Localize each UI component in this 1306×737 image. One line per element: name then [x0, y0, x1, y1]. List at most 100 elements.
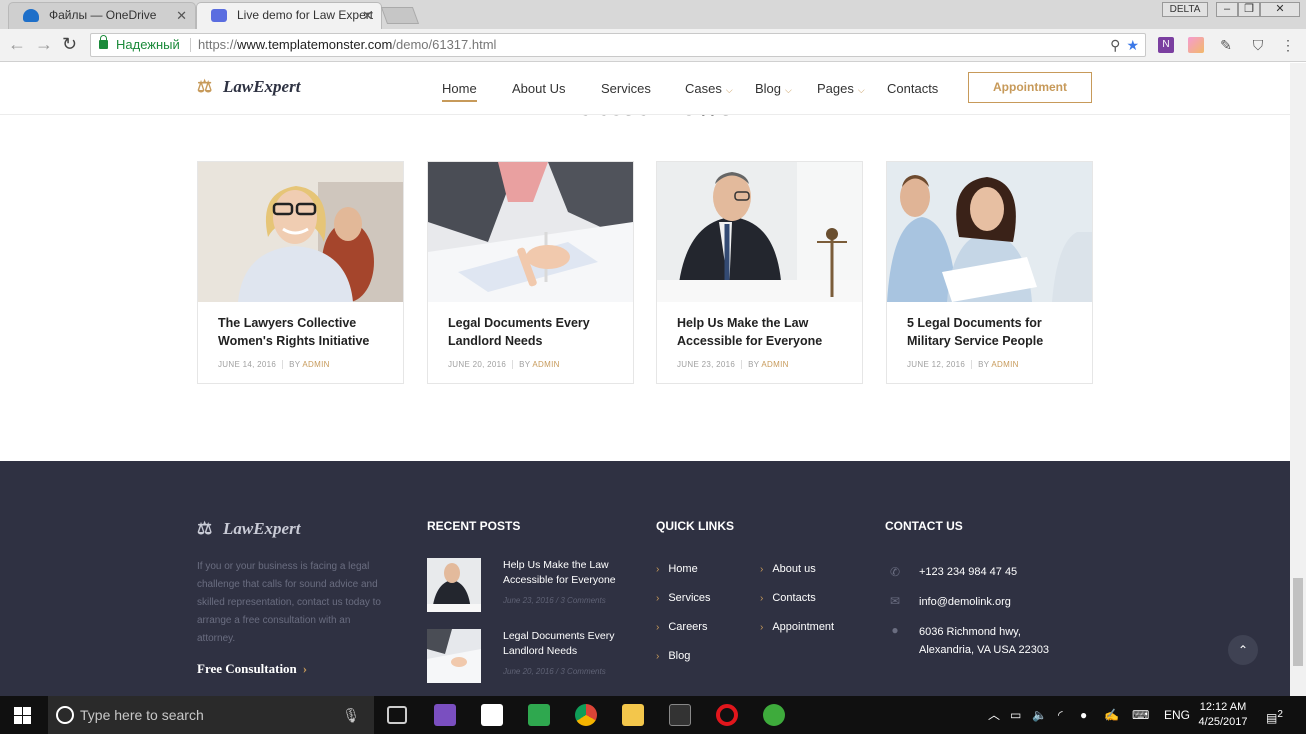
news-card[interactable]: 5 Legal Documents for Military Service P… [886, 161, 1093, 384]
quick-link-blog[interactable]: › Blog [656, 650, 690, 662]
author-link[interactable]: ADMIN [302, 360, 329, 369]
browser-toolbar: ← → ↻ Надежный https://www.templatemonst… [0, 29, 1306, 62]
recent-post-item[interactable]: Legal Documents Every Landlord Needs Jun… [427, 629, 627, 685]
envelope-icon: ✉ [889, 594, 901, 608]
clock[interactable]: 12:12 AM 4/25/2017 [1194, 700, 1252, 730]
news-meta: JUNE 23, 2016 BY ADMIN [677, 360, 789, 369]
language-indicator[interactable]: ENG [1164, 696, 1190, 734]
news-card[interactable]: Help Us Make the Law Accessible for Ever… [656, 161, 863, 384]
author-link[interactable]: ADMIN [761, 360, 788, 369]
news-image[interactable] [657, 162, 862, 302]
news-title[interactable]: Help Us Make the Law Accessible for Ever… [677, 314, 847, 350]
address-bar[interactable]: Надежный https://www.templatemonster.com… [90, 33, 1146, 57]
news-title[interactable]: 5 Legal Documents for Military Service P… [907, 314, 1077, 350]
bookmark-star-icon[interactable]: ★ [1126, 37, 1139, 53]
menu-icon[interactable]: ⋮ [1280, 37, 1296, 53]
shield-extension-icon[interactable]: ⛉ [1250, 37, 1266, 53]
quick-link-appointment[interactable]: › Appointment [760, 621, 834, 633]
author-link[interactable]: ADMIN [991, 360, 1018, 369]
close-window-button[interactable]: ✕ [1260, 2, 1300, 17]
volume-icon[interactable]: 🔈 [1032, 696, 1047, 734]
new-tab-button[interactable] [380, 7, 420, 24]
windows-start-icon[interactable] [14, 707, 31, 724]
footer-logo[interactable]: ⚖ LawExpert [197, 519, 300, 539]
mail-icon[interactable] [481, 704, 503, 726]
zoom-icon[interactable]: ⚲ [1110, 37, 1120, 53]
contact-phone[interactable]: +123 234 984 47 45 [919, 563, 1017, 581]
quick-link-careers[interactable]: › Careers [656, 621, 707, 633]
quick-link-home[interactable]: › Home [656, 563, 698, 575]
quick-link-about-us[interactable]: › About us [760, 563, 816, 575]
taskbar-search-input[interactable]: Type here to search 🎙 [48, 696, 374, 734]
appointment-button[interactable]: Appointment [968, 72, 1092, 103]
nav-services[interactable]: Services [601, 81, 651, 96]
app-tray-icon[interactable]: ● [1080, 696, 1087, 734]
forward-icon[interactable]: → [35, 34, 53, 55]
task-view-icon[interactable] [387, 706, 407, 724]
recent-post-thumbnail[interactable] [427, 558, 481, 612]
tab-law-expert[interactable]: Live demo for Law Expert ✕ [196, 2, 382, 29]
site-header: ⚖ LawExpert Home About Us Services Cases ⌵… [0, 63, 1290, 115]
onenote-extension-icon[interactable]: N [1158, 37, 1174, 53]
close-icon[interactable]: ✕ [176, 3, 187, 28]
notification-count: 2 [1277, 709, 1283, 720]
chevron-right-icon: › [302, 661, 308, 676]
notifications-icon[interactable]: ▤2 [1266, 696, 1283, 737]
site-logo[interactable]: ⚖ LawExpert [197, 77, 300, 97]
battery-icon[interactable]: ▭ [1010, 696, 1021, 734]
lock-icon [99, 35, 108, 49]
chrome-icon[interactable] [575, 704, 597, 726]
free-consultation-link[interactable]: Free Consultation › [197, 661, 307, 677]
news-title[interactable]: The Lawyers Collective Women's Rights In… [218, 314, 388, 350]
news-meta: JUNE 20, 2016 BY ADMIN [448, 360, 560, 369]
news-title[interactable]: Legal Documents Every Landlord Needs [448, 314, 618, 350]
windows-taskbar: Type here to search 🎙 ︿ ▭ 🔈 ◜ ● ✍ ⌨ ENG … [0, 696, 1306, 734]
profile-button[interactable]: DELTA [1162, 2, 1208, 17]
tab-onedrive[interactable]: Файлы — OneDrive ✕ [8, 2, 196, 29]
cortana-icon [56, 706, 74, 724]
news-card[interactable]: Legal Documents Every Landlord Needs JUN… [427, 161, 634, 384]
keyboard-icon[interactable]: ⌨ [1132, 696, 1149, 734]
utorrent-icon[interactable] [763, 704, 785, 726]
scrollbar-thumb[interactable] [1293, 578, 1303, 666]
recent-post-item[interactable]: Help Us Make the Law Accessible for Ever… [427, 558, 627, 614]
color-extension-icon[interactable] [1188, 37, 1204, 53]
terminal-icon[interactable] [669, 704, 691, 726]
restore-button[interactable]: ❐ [1238, 2, 1260, 17]
minimize-button[interactable]: – [1216, 2, 1238, 17]
scroll-to-top-button[interactable]: ⌃ [1228, 635, 1258, 665]
quick-link-services[interactable]: › Services [656, 592, 711, 604]
evernote-icon[interactable] [528, 704, 550, 726]
nav-contacts[interactable]: Contacts [887, 81, 938, 96]
nav-about-us[interactable]: About Us [512, 81, 565, 96]
nav-pages[interactable]: Pages ⌵ [817, 81, 865, 96]
news-card[interactable]: The Lawyers Collective Women's Rights In… [197, 161, 404, 384]
contact-email[interactable]: info@demolink.org [919, 593, 1011, 611]
news-image[interactable] [887, 162, 1092, 302]
chevron-down-icon: ⌵ [725, 85, 733, 95]
recent-post-title[interactable]: Help Us Make the Law Accessible for Ever… [503, 558, 625, 588]
chevron-right-icon: › [760, 593, 764, 604]
opera-icon[interactable] [716, 704, 738, 726]
nav-cases[interactable]: Cases ⌵ [685, 81, 733, 96]
pen-extension-icon[interactable]: ✎ [1218, 37, 1234, 53]
wifi-icon[interactable]: ◜ [1058, 696, 1063, 734]
page-scrollbar[interactable] [1290, 63, 1306, 696]
nav-blog[interactable]: Blog ⌵ [755, 81, 792, 96]
chevron-right-icon: › [760, 622, 764, 633]
recent-post-title[interactable]: Legal Documents Every Landlord Needs [503, 629, 625, 659]
close-icon[interactable]: ✕ [362, 3, 373, 28]
reload-icon[interactable]: ↻ [62, 34, 77, 55]
back-icon[interactable]: ← [8, 34, 26, 55]
microphone-icon[interactable]: 🎙 [342, 696, 360, 734]
nav-home[interactable]: Home [442, 81, 477, 102]
quick-link-contacts[interactable]: › Contacts [760, 592, 816, 604]
news-image[interactable] [198, 162, 403, 302]
file-explorer-icon[interactable] [622, 704, 644, 726]
author-link[interactable]: ADMIN [532, 360, 559, 369]
pen-icon[interactable]: ✍ [1104, 696, 1119, 734]
tray-overflow-icon[interactable]: ︿ [988, 696, 1000, 734]
news-image[interactable] [428, 162, 633, 302]
visual-studio-icon[interactable] [434, 704, 456, 726]
recent-post-thumbnail[interactable] [427, 629, 481, 683]
